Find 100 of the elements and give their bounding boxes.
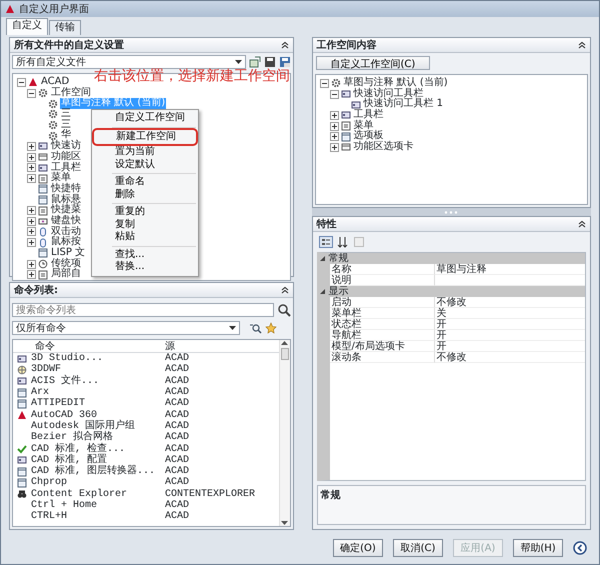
tree-item[interactable]: 快捷特 xyxy=(50,184,82,195)
expand-icon[interactable] xyxy=(27,152,36,162)
expand-icon[interactable] xyxy=(27,174,36,184)
collapse-panel-icon[interactable] xyxy=(578,41,586,49)
tree-item[interactable]: 菜单 xyxy=(50,173,72,184)
find-icon[interactable] xyxy=(248,322,262,334)
menu-item[interactable]: 替换... xyxy=(94,261,196,274)
save-as-icon[interactable] xyxy=(278,56,290,68)
collapse-dialog-icon[interactable] xyxy=(573,541,587,555)
scroll-down-icon[interactable] xyxy=(281,520,288,526)
expand-icon[interactable] xyxy=(330,122,338,131)
expand-icon[interactable] xyxy=(27,270,36,280)
table-cell-text: ACAD xyxy=(165,442,190,455)
save-icon[interactable] xyxy=(264,56,276,68)
collapse-icon[interactable] xyxy=(330,90,338,99)
menu-item[interactable]: 删除 xyxy=(94,188,196,201)
property-value[interactable]: 开 xyxy=(434,341,585,352)
scroll-up-icon[interactable] xyxy=(281,340,288,346)
table-cell-text: CAD 标准, 图层转换器... xyxy=(31,464,156,478)
gear-icon xyxy=(48,98,58,109)
collapse-icon[interactable] xyxy=(320,78,328,88)
property-value[interactable]: 草图与注释 xyxy=(434,264,585,275)
expand-icon[interactable] xyxy=(330,142,338,152)
search-icon[interactable] xyxy=(276,303,290,317)
tab[interactable]: 自定义 xyxy=(6,18,48,35)
collapse-icon[interactable] xyxy=(320,256,324,261)
tree-item[interactable]: 功能区 xyxy=(50,152,82,163)
expand-icon[interactable] xyxy=(27,142,36,151)
menu-item[interactable]: 重复的 xyxy=(94,206,196,218)
property-value[interactable]: 不修改 xyxy=(434,297,585,308)
categorized-icon[interactable] xyxy=(318,236,332,248)
toolbar-icon xyxy=(340,110,350,120)
tree-item[interactable]: 鼠标按 xyxy=(50,237,82,248)
tree-item[interactable]: 快捷菜 xyxy=(50,205,82,216)
property-value[interactable]: 不修改 xyxy=(434,352,585,363)
search-field[interactable]: 搜索命令列表 xyxy=(12,303,274,317)
filter-dropdown[interactable]: 仅所有命令 xyxy=(12,321,240,335)
tree-item[interactable]: 工具栏 xyxy=(352,110,384,121)
menu-item[interactable]: 粘贴 xyxy=(94,231,196,244)
window-icon xyxy=(17,398,27,409)
panel-title: 所有文件中的自定义设置 xyxy=(14,38,124,52)
collapse-icon[interactable] xyxy=(17,78,26,87)
tree-item[interactable]: 功能区选项卡 xyxy=(352,142,414,153)
menu-item[interactable]: 复制 xyxy=(94,218,196,231)
property-value[interactable]: 关 xyxy=(434,308,585,319)
menu-item[interactable]: 设定默认 xyxy=(94,158,196,171)
dialog-button[interactable]: 取消(C) xyxy=(393,539,443,557)
tree-item[interactable]: 快速访 xyxy=(50,141,82,152)
open-file-icon[interactable] xyxy=(248,56,260,68)
tree-item[interactable]: 工作空间 xyxy=(50,88,92,98)
scrollbar[interactable] xyxy=(278,340,290,526)
expand-icon[interactable] xyxy=(330,132,338,142)
expand-icon[interactable] xyxy=(330,110,338,120)
tree-item[interactable]: 局部自 xyxy=(50,269,82,280)
menu-item[interactable]: 查找... xyxy=(94,248,196,261)
tree-item[interactable]: ACAD xyxy=(40,77,70,88)
property-value[interactable]: 开 xyxy=(434,330,585,341)
dialog-button[interactable]: 确定(O) xyxy=(333,539,383,557)
collapse-panel-icon[interactable] xyxy=(280,286,288,294)
toolbar-icon xyxy=(350,100,360,110)
gear-icon xyxy=(38,88,48,98)
mouse-icon xyxy=(38,238,48,248)
table-cell-text: ACIS 文件... xyxy=(31,374,100,387)
menu-icon xyxy=(38,174,48,184)
file-dropdown[interactable]: 所有自定义文件 xyxy=(12,55,246,69)
menu-item[interactable]: 重命名 xyxy=(94,176,196,188)
table-cell-text: ACAD xyxy=(165,454,190,466)
expand-icon[interactable] xyxy=(27,238,36,248)
expand-icon[interactable] xyxy=(27,163,36,172)
collapse-panel-icon[interactable] xyxy=(280,41,288,49)
star-icon[interactable] xyxy=(264,322,276,334)
binoculars-icon xyxy=(17,489,27,500)
collapse-icon[interactable] xyxy=(27,88,36,98)
table-cell-text: CAD 标准, 配置 xyxy=(31,453,108,466)
expand-icon[interactable] xyxy=(27,260,36,269)
window-icon xyxy=(38,194,48,205)
property-name: 启动 xyxy=(330,297,434,308)
property-value[interactable]: 开 xyxy=(434,319,585,330)
splitter-grip-icon[interactable] xyxy=(444,210,458,214)
tree-item[interactable]: 草图与注释 默认 (当前) xyxy=(342,78,449,89)
tab[interactable]: 传输 xyxy=(49,20,81,35)
tree-item[interactable]: 键盘快 xyxy=(50,216,82,227)
menu-item[interactable]: 新建工作空间 xyxy=(95,130,195,143)
expand-icon[interactable] xyxy=(27,206,36,216)
expand-icon[interactable] xyxy=(27,227,36,236)
table-cell-text: ACAD xyxy=(165,476,190,489)
tree-item[interactable]: 三 xyxy=(60,120,72,130)
sort-icon[interactable] xyxy=(336,236,348,248)
collapse-panel-icon[interactable] xyxy=(578,220,586,228)
menu-item[interactable]: 置为当前 xyxy=(94,146,196,158)
column-header: 源 xyxy=(165,340,175,353)
customize-workspace-button[interactable]: 自定义工作空间(C) xyxy=(316,56,430,70)
tree-item[interactable]: 三 xyxy=(60,109,72,120)
toolbar-icon xyxy=(38,162,48,173)
dialog-button[interactable]: 帮助(H) xyxy=(513,539,563,557)
expand-icon[interactable] xyxy=(27,216,36,226)
menu-item[interactable]: 自定义工作空间 xyxy=(94,112,196,124)
scrollbar-thumb[interactable] xyxy=(280,348,288,360)
collapse-icon[interactable] xyxy=(320,289,324,294)
tree-item[interactable]: LISP 文 xyxy=(50,248,86,259)
